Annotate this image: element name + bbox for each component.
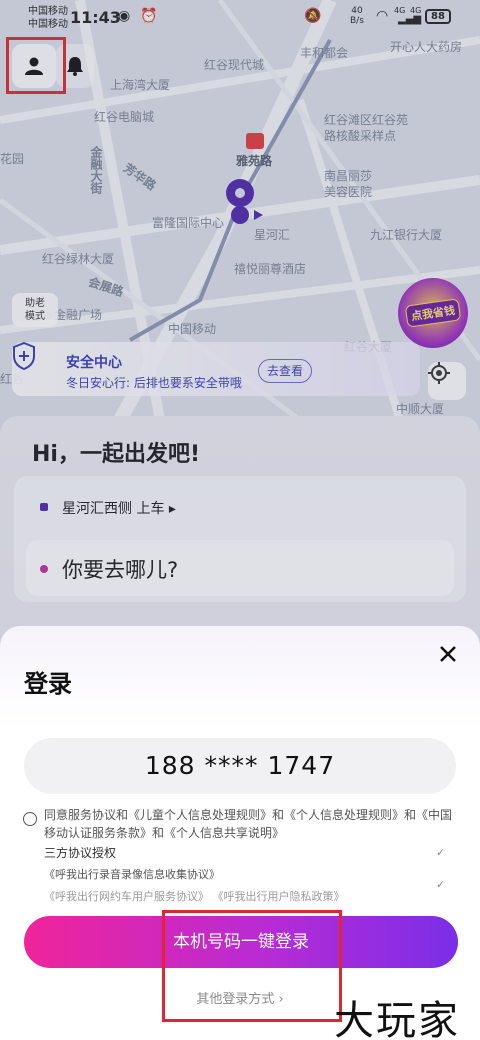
- check-icon: ✓: [436, 846, 446, 859]
- agreement-text[interactable]: 同意服务协议和《儿童个人信息处理规则》和《个人信息处理规则》和《中国移动认证服务…: [44, 806, 460, 842]
- third-party-item[interactable]: 《呼我出行录音录像信息收集协议》: [44, 866, 220, 882]
- annotation-highlight-login: [162, 910, 342, 1022]
- watermark-logo: 大玩家: [334, 998, 460, 1040]
- phone-number-display: 188 **** 1747: [24, 738, 456, 794]
- close-icon[interactable]: [434, 640, 462, 668]
- check-icon: ✓: [436, 878, 446, 891]
- login-title: 登录: [24, 670, 72, 698]
- agreement-checkbox[interactable]: [23, 812, 37, 826]
- third-party-item[interactable]: 《呼我出行网约车用户服务协议》 《呼我出行用户隐私政策》: [44, 888, 345, 904]
- third-party-title: 三方协议授权: [44, 846, 117, 860]
